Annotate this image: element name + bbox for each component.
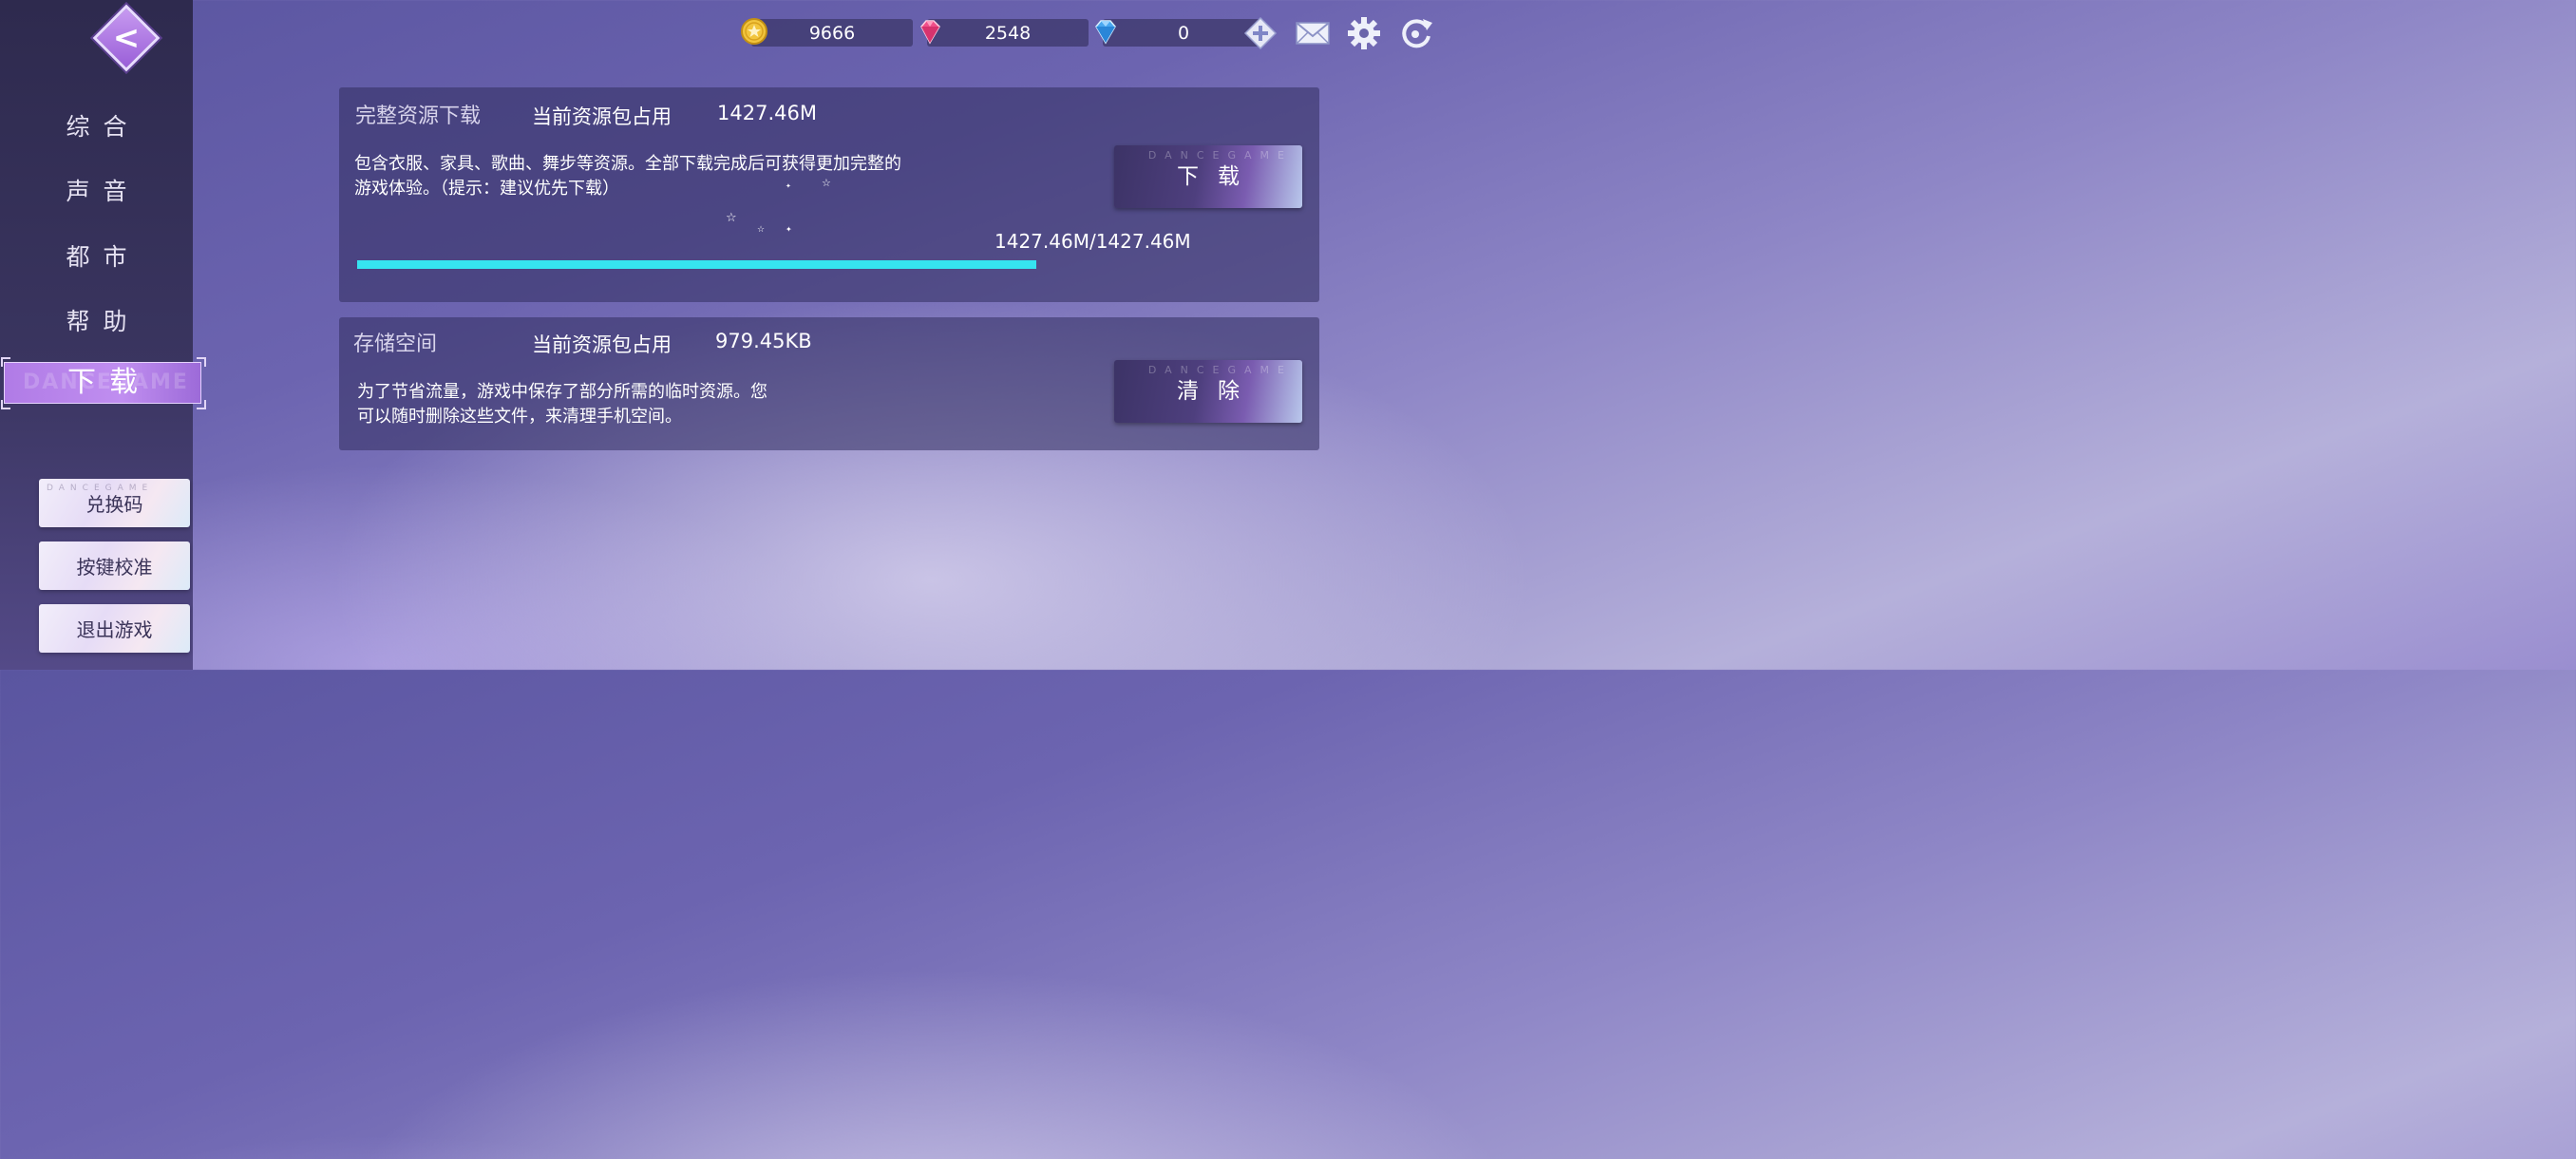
- pink-gem-icon: [920, 20, 940, 45]
- panel-title: 完整资源下载: [355, 104, 482, 128]
- button-watermark: DANCEGAME: [47, 484, 154, 493]
- download-description: 包含衣服、家具、歌曲、舞步等资源。全部下载完成后可获得更加完整的 游戏体验。（提…: [354, 152, 901, 201]
- mail-icon[interactable]: [1295, 15, 1331, 51]
- usage-label: 当前资源包占用: [532, 105, 672, 128]
- sparkle-icon: ☆: [726, 211, 737, 225]
- sparkle-icon: ✦: [786, 225, 792, 234]
- sidebar-item-general[interactable]: 综合: [0, 108, 193, 146]
- usage-value: 979.45KB: [715, 330, 812, 352]
- selection-corner: [1, 357, 10, 367]
- selection-corner: [1, 400, 10, 409]
- download-progress-bar: [357, 260, 1036, 269]
- clear-button[interactable]: DANCEGAME 清除: [1114, 360, 1302, 423]
- exit-game-button[interactable]: 退出游戏: [39, 604, 190, 653]
- usage-value: 1427.46M: [717, 102, 817, 124]
- pink-gem-counter: 2548: [920, 19, 1089, 47]
- gold-amount: 9666: [808, 23, 856, 44]
- pink-gem-amount: 2548: [984, 23, 1032, 44]
- blue-diamond-amount: 0: [1177, 23, 1190, 44]
- gold-coin-icon: [741, 18, 767, 45]
- storage-space-panel: 存储空间 当前资源包占用 979.45KB 为了节省流量，游戏中保存了部分所需的…: [339, 317, 1319, 450]
- progress-text: 1427.46M/1427.46M: [994, 230, 1191, 253]
- selection-corner: [197, 400, 206, 409]
- full-resource-download-panel: 完整资源下载 当前资源包占用 1427.46M 包含衣服、家具、歌曲、舞步等资源…: [339, 87, 1319, 302]
- sparkle-icon: ☆: [822, 177, 831, 189]
- sidebar-item-download[interactable]: DANCEGAME 下载: [4, 362, 201, 404]
- key-calibration-label: 按键校准: [76, 556, 153, 579]
- gold-counter: 9666: [741, 18, 913, 47]
- sidebar-item-label: 下载: [67, 366, 151, 399]
- sparkle-icon: ☆: [757, 225, 766, 235]
- panel-title: 存储空间: [353, 332, 438, 356]
- storage-description: 为了节省流量，游戏中保存了部分所需的临时资源。您 可以随时删除这些文件，来清理手…: [357, 380, 767, 429]
- description-line: 游戏体验。（提示：建议优先下载）: [354, 179, 619, 199]
- description-line: 为了节省流量，游戏中保存了部分所需的临时资源。您: [357, 382, 767, 402]
- button-watermark: DANCEGAME: [1147, 149, 1293, 162]
- blue-diamond-counter: 0: [1095, 19, 1264, 47]
- selection-corner: [197, 357, 206, 367]
- button-watermark: DANCEGAME: [1147, 364, 1293, 376]
- download-button[interactable]: DANCEGAME 下载: [1114, 145, 1302, 208]
- gear-icon[interactable]: [1346, 15, 1382, 51]
- sidebar: < 综合 声音 都市 帮助 DANCEGAME 下载 DANCEGAME 兑换码…: [0, 0, 206, 670]
- key-calibration-button[interactable]: 按键校准: [39, 542, 190, 590]
- redeem-code-button[interactable]: DANCEGAME 兑换码: [39, 479, 190, 527]
- description-line: 可以随时删除这些文件，来清理手机空间。: [357, 407, 682, 427]
- sidebar-item-city[interactable]: 都市: [0, 238, 193, 276]
- description-line: 包含衣服、家具、歌曲、舞步等资源。全部下载完成后可获得更加完整的: [354, 154, 901, 174]
- blue-diamond-icon: [1095, 20, 1116, 45]
- usage-label: 当前资源包占用: [532, 333, 672, 356]
- add-currency-icon[interactable]: [1242, 15, 1279, 51]
- refresh-icon[interactable]: [1398, 15, 1434, 51]
- sidebar-item-help[interactable]: 帮助: [0, 303, 193, 341]
- sparkle-icon: ✦: [786, 182, 791, 190]
- chevron-left-icon: <: [112, 19, 141, 57]
- sidebar-item-sound[interactable]: 声音: [0, 173, 193, 211]
- progress-fill: [357, 260, 1036, 269]
- exit-game-label: 退出游戏: [76, 618, 153, 641]
